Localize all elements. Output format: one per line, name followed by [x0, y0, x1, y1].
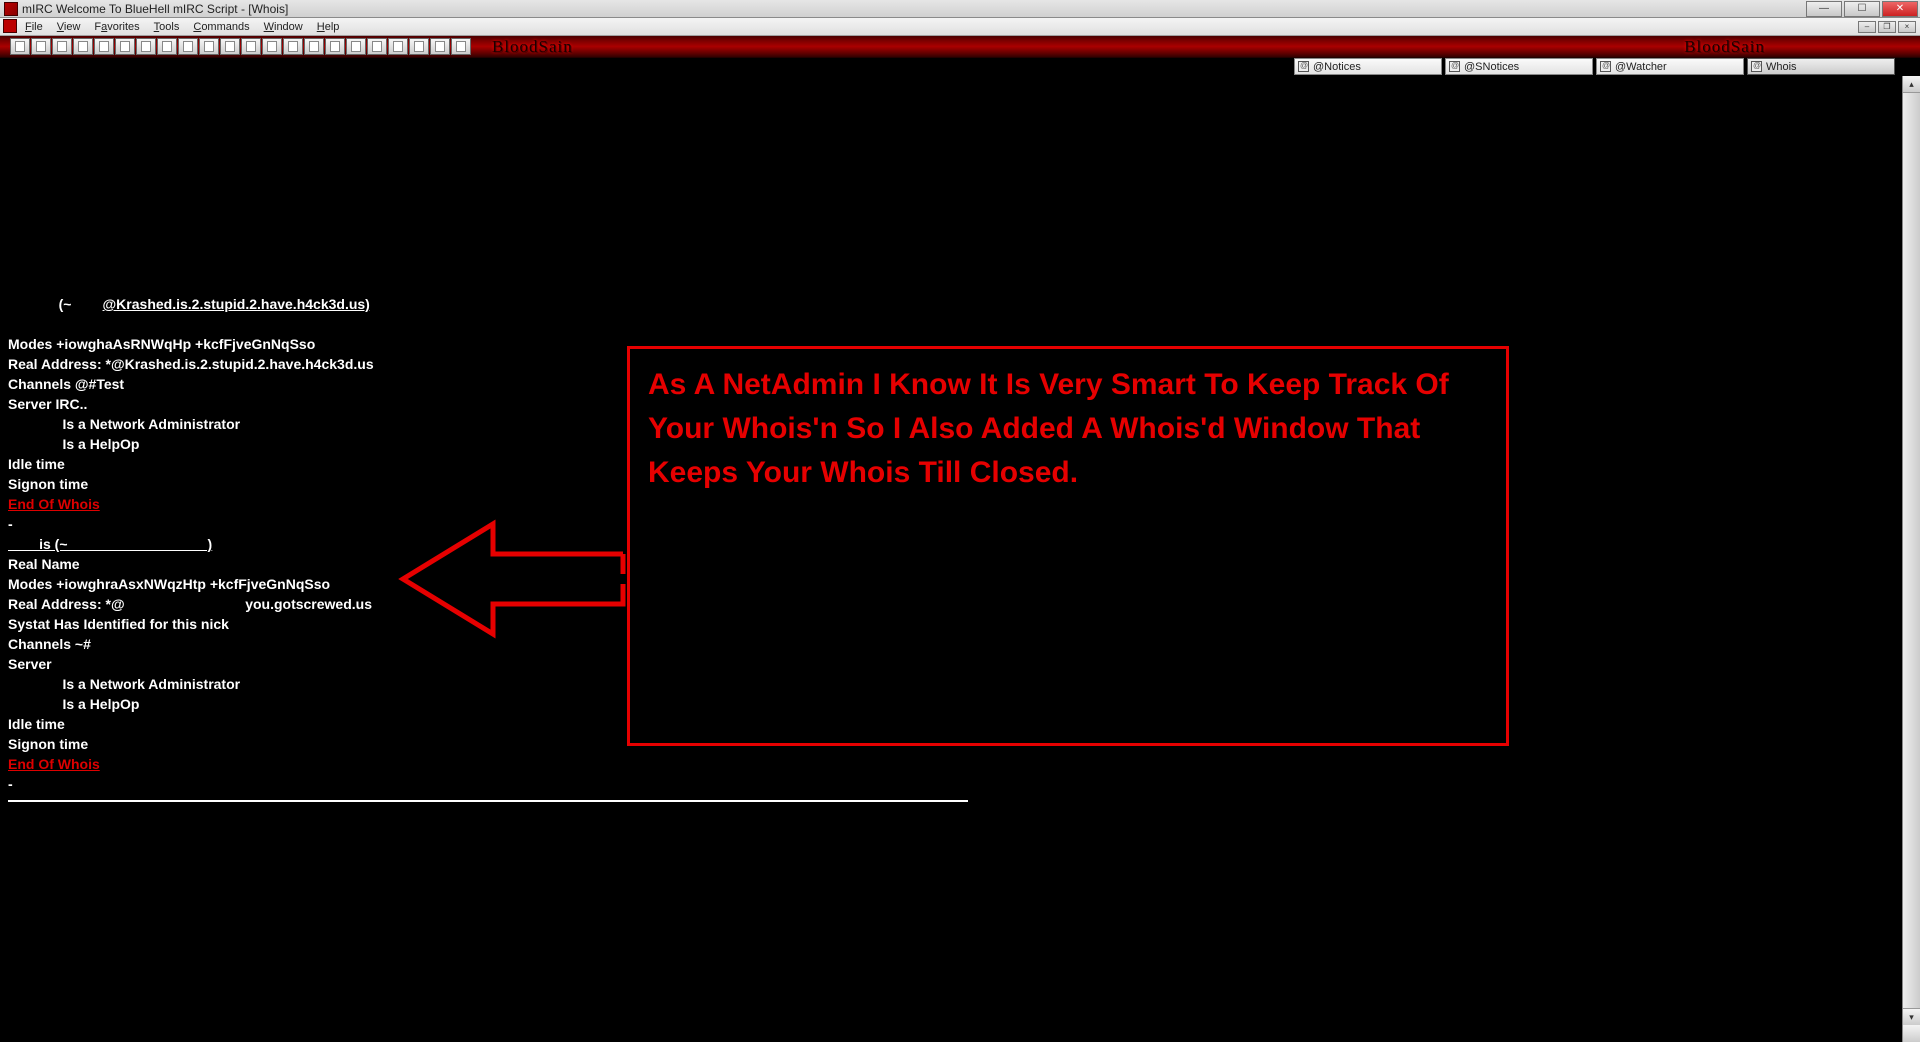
whois-line: Channels ~#: [8, 636, 91, 652]
whois-line: -: [8, 776, 13, 792]
tab-label: @Watcher: [1615, 61, 1667, 73]
toolbar-button[interactable]: [94, 38, 114, 55]
toolbar-button[interactable]: [220, 38, 240, 55]
divider: [8, 800, 968, 802]
whois-line: Real Address: *@ you.gotscrewed.us: [8, 596, 372, 612]
minimize-button[interactable]: —: [1806, 1, 1842, 17]
window-icon: [1600, 61, 1611, 72]
whois-line: Is a HelpOp: [8, 436, 139, 452]
toolbar-button[interactable]: [52, 38, 72, 55]
whois-line: is (~ ): [8, 536, 212, 552]
menu-bar: File View Favorites Tools Commands Windo…: [0, 18, 1920, 36]
tab-label: @SNotices: [1464, 61, 1519, 73]
main-area: (~ @Krashed.is.2.stupid.2.have.h4ck3d.us…: [0, 76, 1920, 1042]
window-icon: [1449, 61, 1460, 72]
app-icon: [4, 2, 18, 16]
window-buttons: — ☐ ✕: [1806, 1, 1918, 17]
menu-tools[interactable]: Tools: [147, 21, 187, 33]
whois-line: Real Address: *@Krashed.is.2.stupid.2.ha…: [8, 356, 374, 372]
window-title: mIRC Welcome To BlueHell mIRC Script - […: [22, 2, 288, 16]
tab-notices[interactable]: @Notices: [1294, 58, 1442, 75]
whois-line: Signon time: [8, 476, 88, 492]
brand-label: BloodSain: [492, 37, 573, 57]
whois-line: Modes +iowghaAsRNWqHp +kcfFjveGnNqSso: [8, 336, 315, 352]
scroll-down-button[interactable]: ▾: [1903, 1008, 1920, 1025]
whois-line: Real Name: [8, 556, 80, 572]
mdi-minimize-button[interactable]: –: [1858, 21, 1876, 33]
whois-line: Server IRC..: [8, 396, 87, 412]
annotation-arrow-icon: [398, 514, 628, 647]
menu-commands[interactable]: Commands: [186, 21, 256, 33]
toolbar-button[interactable]: [283, 38, 303, 55]
whois-line: Is a HelpOp: [8, 696, 139, 712]
whois-line: Is a Network Administrator: [8, 676, 240, 692]
scroll-grip[interactable]: [1903, 1025, 1920, 1042]
whois-end: End Of Whois: [8, 756, 100, 772]
maximize-button[interactable]: ☐: [1844, 1, 1880, 17]
toolbar-button[interactable]: [304, 38, 324, 55]
toolbar-button[interactable]: [388, 38, 408, 55]
title-bar: mIRC Welcome To BlueHell mIRC Script - […: [0, 0, 1920, 18]
menu-help[interactable]: Help: [310, 21, 347, 33]
scroll-up-button[interactable]: ▴: [1903, 76, 1920, 93]
toolbar-button[interactable]: [409, 38, 429, 55]
tab-label: @Notices: [1313, 61, 1361, 73]
window-icon: [1298, 61, 1309, 72]
whois-line: Server: [8, 656, 52, 672]
window-icon: [1751, 61, 1762, 72]
menu-file[interactable]: File: [18, 21, 50, 33]
vertical-scrollbar[interactable]: ▴ ▾: [1902, 76, 1920, 1042]
whois-line: Channels @#Test: [8, 376, 124, 392]
toolbar-button[interactable]: [10, 38, 30, 55]
menu-view[interactable]: View: [50, 21, 88, 33]
tab-snotices[interactable]: @SNotices: [1445, 58, 1593, 75]
menu-favorites[interactable]: Favorites: [87, 21, 146, 33]
toolbar-button[interactable]: [430, 38, 450, 55]
close-button[interactable]: ✕: [1882, 1, 1918, 17]
toolbar-button[interactable]: [136, 38, 156, 55]
annotation-box: As A NetAdmin I Know It Is Very Smart To…: [627, 346, 1509, 746]
whois-line: Modes +iowghraAsxNWqzHtp +kcfFjveGnNqSso: [8, 576, 330, 592]
whois-end: End Of Whois: [8, 496, 100, 512]
whois-line: Idle time: [8, 456, 65, 472]
menu-window[interactable]: Window: [257, 21, 310, 33]
tab-whois[interactable]: Whois: [1747, 58, 1895, 75]
toolbar-button[interactable]: [199, 38, 219, 55]
toolbar-button[interactable]: [451, 38, 471, 55]
whois-line: -: [8, 516, 13, 532]
toolbar-button[interactable]: [31, 38, 51, 55]
toolbar-button[interactable]: [115, 38, 135, 55]
annotation-text: As A NetAdmin I Know It Is Very Smart To…: [648, 368, 1449, 489]
whois-line: Systat Has Identified for this nick: [8, 616, 229, 632]
mdi-restore-button[interactable]: ❐: [1878, 21, 1896, 33]
toolbar-button[interactable]: [262, 38, 282, 55]
brand-label-right: BloodSain: [1684, 37, 1765, 57]
toolbar-button[interactable]: [241, 38, 261, 55]
whois-line: Idle time: [8, 716, 65, 732]
toolbar: BloodSain BloodSain: [0, 36, 1920, 58]
toolbar-button[interactable]: [346, 38, 366, 55]
whois-line: Is a Network Administrator: [8, 416, 240, 432]
mdi-window-buttons: – ❐ ×: [1858, 21, 1916, 33]
toolbar-button[interactable]: [157, 38, 177, 55]
toolbar-button[interactable]: [73, 38, 93, 55]
mdi-close-button[interactable]: ×: [1898, 21, 1916, 33]
app-icon-small[interactable]: [3, 19, 17, 33]
toolbar-button[interactable]: [178, 38, 198, 55]
tab-label: Whois: [1766, 61, 1797, 73]
tab-watcher[interactable]: @Watcher: [1596, 58, 1744, 75]
whois-line: Signon time: [8, 736, 88, 752]
tab-row: @Notices @SNotices @Watcher Whois: [0, 58, 1920, 76]
whois-line: (~ @Krashed.is.2.stupid.2.have.h4ck3d.us…: [8, 296, 370, 312]
toolbar-button[interactable]: [325, 38, 345, 55]
toolbar-button[interactable]: [367, 38, 387, 55]
